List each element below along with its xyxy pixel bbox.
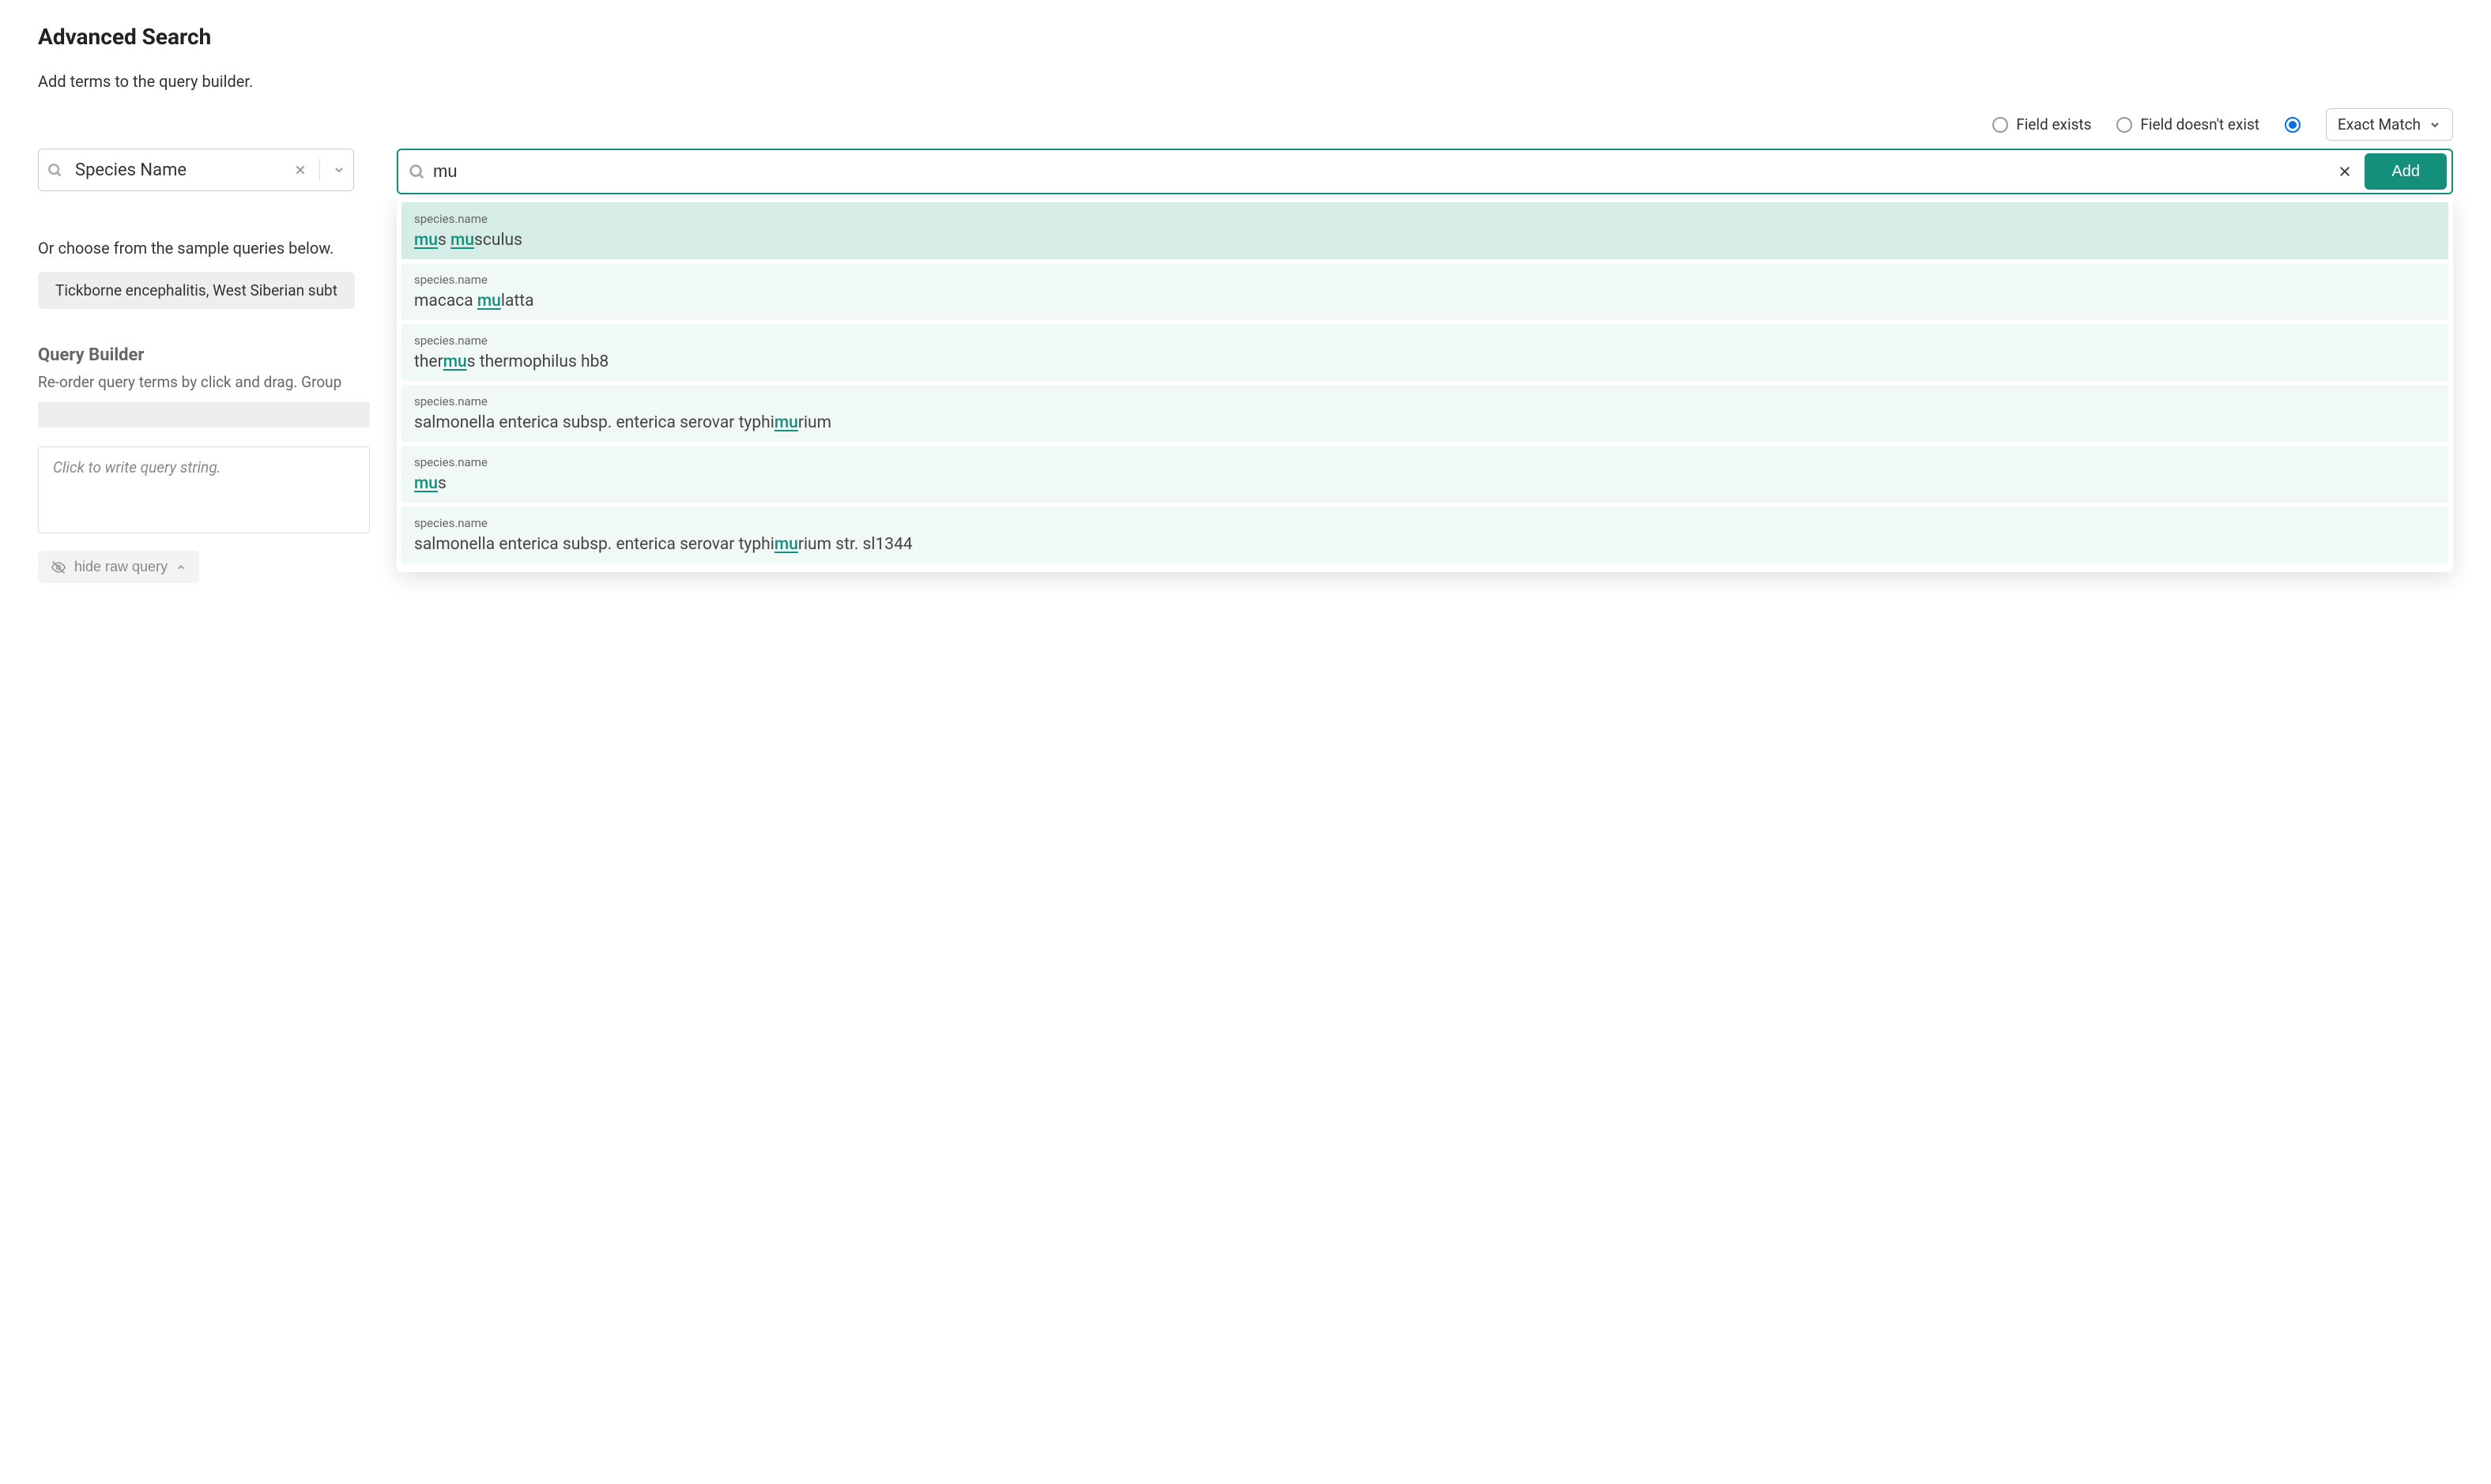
query-builder-heading: Query Builder	[38, 345, 378, 365]
suggestion-item[interactable]: species.name salmonella enterica subsp. e…	[401, 385, 2448, 442]
match-mode-select[interactable]: Exact Match	[2326, 108, 2453, 141]
suggestion-field-label: species.name	[414, 455, 2436, 469]
suggestion-item[interactable]: species.name mus	[401, 446, 2448, 503]
search-icon	[408, 163, 425, 180]
suggestion-item[interactable]: species.name salmonella enterica subsp. e…	[401, 507, 2448, 563]
hide-raw-query-button[interactable]: hide raw query	[38, 551, 199, 583]
suggestion-value: macaca mulatta	[414, 292, 2436, 311]
chevron-down-icon[interactable]	[333, 164, 345, 176]
suggestion-field-label: species.name	[414, 212, 2436, 226]
radio-icon	[2116, 117, 2132, 133]
suggestion-item[interactable]: species.name mus musculus	[401, 202, 2448, 259]
search-icon	[47, 162, 62, 178]
chevron-down-icon	[2429, 119, 2441, 131]
search-box: Add	[397, 149, 2453, 194]
page-subtitle: Add terms to the query builder.	[38, 72, 2453, 91]
eye-off-icon	[51, 559, 66, 575]
radio-field-not-exists[interactable]: Field doesn't exist	[2116, 115, 2259, 134]
query-builder-strip	[38, 402, 370, 427]
radio-icon	[1992, 117, 2008, 133]
suggestion-item[interactable]: species.name thermus thermophilus hb8	[401, 324, 2448, 381]
radio-label: Field doesn't exist	[2140, 115, 2259, 134]
sample-heading: Or choose from the sample queries below.	[38, 239, 378, 258]
suggestion-value: thermus thermophilus hb8	[414, 352, 2436, 371]
suggestion-item[interactable]: species.name macaca mulatta	[401, 263, 2448, 320]
search-input[interactable]	[433, 161, 2325, 182]
chevron-up-icon	[175, 562, 187, 573]
suggestion-value: mus musculus	[414, 231, 2436, 250]
suggestions-dropdown: species.name mus musculus species.name maca…	[397, 198, 2453, 572]
radio-match-mode[interactable]	[2285, 117, 2301, 133]
suggestion-field-label: species.name	[414, 273, 2436, 287]
radio-field-exists[interactable]: Field exists	[1992, 115, 2091, 134]
add-button[interactable]: Add	[2365, 153, 2447, 190]
field-select-value: Species Name	[70, 160, 286, 180]
query-builder-sub: Re-order query terms by click and drag. …	[38, 373, 370, 391]
query-string-input[interactable]: Click to write query string.	[38, 446, 370, 533]
suggestion-field-label: species.name	[414, 516, 2436, 530]
clear-search-button[interactable]	[2333, 160, 2357, 183]
suggestion-value: salmonella enterica subsp. enterica sero…	[414, 535, 2436, 554]
sample-query-chip[interactable]: Tickborne encephalitis, West Siberian su…	[38, 272, 355, 309]
hide-raw-label: hide raw query	[74, 559, 168, 575]
suggestion-field-label: species.name	[414, 394, 2436, 409]
clear-field-icon[interactable]	[294, 164, 307, 176]
divider	[319, 159, 320, 181]
suggestion-value: salmonella enterica subsp. enterica sero…	[414, 413, 2436, 432]
radio-label: Field exists	[2016, 115, 2091, 134]
page-title: Advanced Search	[38, 24, 2453, 50]
match-mode-label: Exact Match	[2338, 115, 2421, 134]
field-select[interactable]: Species Name	[38, 149, 354, 191]
suggestion-field-label: species.name	[414, 333, 2436, 348]
suggestion-value: mus	[414, 474, 2436, 493]
